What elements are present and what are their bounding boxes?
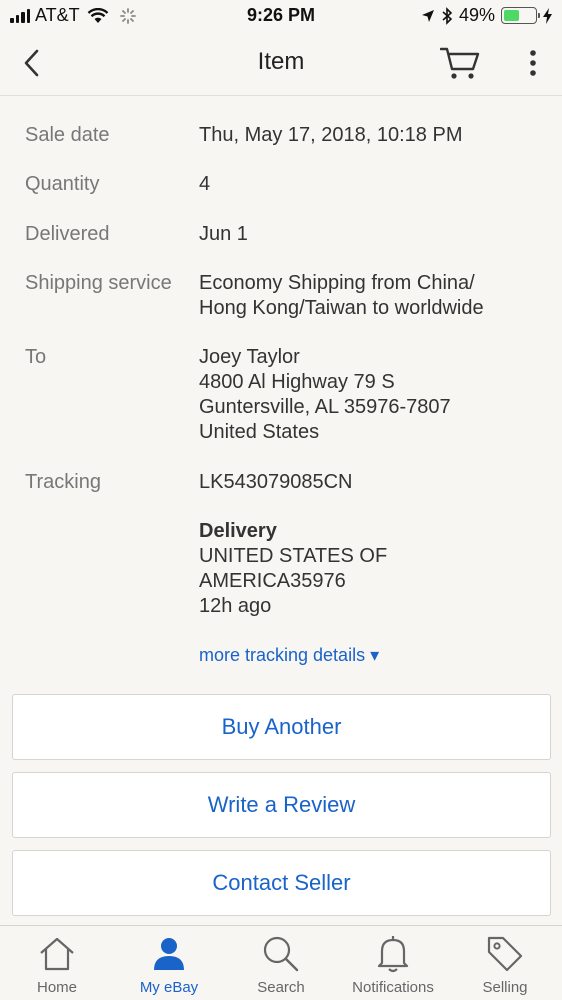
ship-to-label: To bbox=[25, 346, 47, 368]
quantity-value: 4 bbox=[199, 173, 211, 195]
more-tracking-details-link[interactable]: more tracking details ▾ bbox=[199, 645, 379, 666]
tab-selling[interactable]: Selling bbox=[449, 926, 561, 1000]
contact-seller-button[interactable]: Contact Seller bbox=[12, 850, 551, 916]
tracking-event-time: 12h ago bbox=[199, 595, 272, 617]
latest-tracking-event: Delivery UNITED STATES OF AMERICA35976 1… bbox=[199, 519, 387, 619]
price-tag-icon bbox=[487, 936, 523, 972]
tab-selling-label: Selling bbox=[482, 979, 528, 996]
battery-level-fill bbox=[504, 10, 519, 21]
tab-bar: Home My eBay Search Notifications Sellin… bbox=[0, 925, 562, 1000]
search-icon bbox=[263, 936, 299, 972]
cart-button[interactable] bbox=[439, 45, 480, 81]
battery-percent: 49% bbox=[458, 5, 495, 25]
tracking-label: Tracking bbox=[25, 471, 101, 493]
tracking-event-location-line1: UNITED STATES OF bbox=[199, 545, 388, 567]
tab-home-label: Home bbox=[36, 979, 77, 996]
tab-notifications-label: Notifications bbox=[352, 979, 434, 996]
cart-icon bbox=[439, 47, 480, 79]
sale-date-label: Sale date bbox=[25, 124, 110, 146]
bluetooth-icon bbox=[442, 6, 453, 25]
write-review-button[interactable]: Write a Review bbox=[12, 772, 551, 838]
sale-date-value: Thu, May 17, 2018, 10:18 PM bbox=[199, 124, 463, 146]
tracking-event-title: Delivery bbox=[199, 520, 277, 542]
more-vertical-icon bbox=[530, 50, 536, 76]
tab-my-ebay-label: My eBay bbox=[139, 979, 199, 996]
user-icon bbox=[154, 938, 184, 970]
buy-another-button[interactable]: Buy Another bbox=[12, 694, 551, 760]
battery-icon bbox=[501, 7, 540, 24]
shipping-service-label: Shipping service bbox=[25, 272, 172, 294]
status-right: 49% bbox=[421, 5, 552, 26]
tab-search[interactable]: Search bbox=[225, 926, 337, 1000]
home-icon bbox=[40, 937, 74, 971]
delivered-value: Jun 1 bbox=[199, 223, 248, 245]
status-bar: AT&T 9:26 PM 49% bbox=[0, 0, 562, 32]
more-options-button[interactable] bbox=[522, 48, 544, 78]
tracking-number: LK543079085CN bbox=[199, 471, 353, 493]
charging-bolt-icon bbox=[543, 7, 552, 24]
shipping-service-value: Economy Shipping from China/ Hong Kong/T… bbox=[199, 272, 484, 319]
quantity-label: Quantity bbox=[25, 173, 100, 195]
tab-my-ebay[interactable]: My eBay bbox=[113, 926, 225, 1000]
ship-to-address: Joey Taylor 4800 Al Highway 79 S Gunters… bbox=[199, 346, 451, 443]
tab-notifications[interactable]: Notifications bbox=[337, 926, 449, 1000]
bell-icon bbox=[377, 936, 409, 973]
location-arrow-icon bbox=[421, 9, 434, 22]
tab-search-label: Search bbox=[257, 979, 305, 996]
nav-bar: Item bbox=[0, 32, 562, 96]
delivered-label: Delivered bbox=[25, 223, 110, 245]
tracking-event-location-line2: AMERICA35976 bbox=[199, 570, 346, 592]
tab-home[interactable]: Home bbox=[1, 926, 113, 1000]
